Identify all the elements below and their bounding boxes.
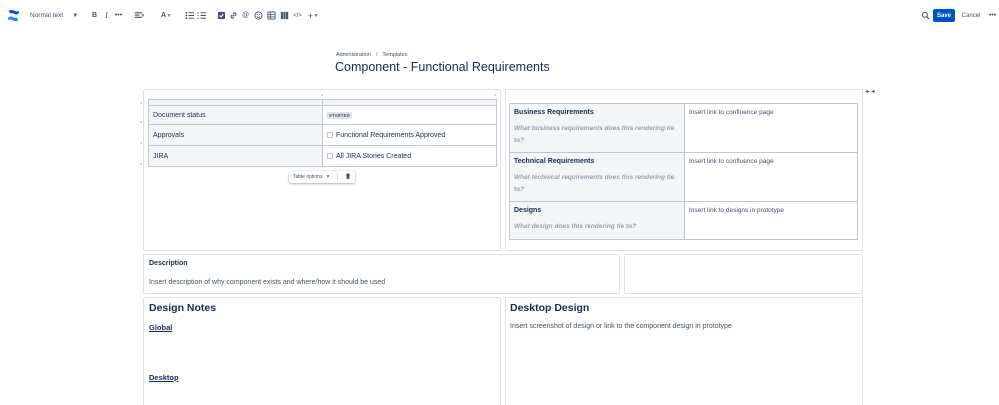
- technical-requirements-question: What technical requirements does this re…: [514, 174, 675, 193]
- table-row: Technical Requirements What technical re…: [509, 152, 858, 202]
- text-style-label: Normal text: [30, 12, 64, 19]
- column-handle-dot[interactable]: [321, 94, 323, 96]
- chevron-down-icon[interactable]: ▼: [325, 174, 330, 180]
- technical-requirements-cell[interactable]: Technical Requirements What technical re…: [509, 152, 685, 202]
- table-icon[interactable]: [266, 10, 277, 21]
- layout-column-empty[interactable]: [624, 254, 863, 294]
- emoji-icon[interactable]: [253, 10, 264, 21]
- bold-icon[interactable]: B: [89, 10, 100, 21]
- technical-requirements-link-cell[interactable]: Insert link to confluence page: [684, 152, 858, 202]
- table-row: Business Requirements What business requ…: [509, 103, 858, 153]
- table-row: JIRA All JIRA Stories Created: [148, 145, 497, 167]
- table-options-toolbar: Table options ▼: [289, 171, 356, 183]
- more-formatting-icon[interactable]: •••: [113, 10, 124, 21]
- jira-cell[interactable]: All JIRA Stories Created: [322, 145, 497, 167]
- design-notes-heading[interactable]: Design Notes: [149, 302, 216, 314]
- description-text[interactable]: Insert description of why component exis…: [149, 279, 385, 286]
- approval-checkbox[interactable]: [327, 132, 333, 138]
- document-status-cell[interactable]: STARTED: [322, 105, 497, 125]
- jira-checkbox[interactable]: [327, 153, 333, 159]
- designs-heading: Designs: [514, 207, 542, 214]
- collapse-width-icon[interactable]: [865, 82, 876, 94]
- desktop-subheading[interactable]: Desktop: [149, 373, 179, 382]
- code-icon[interactable]: </>: [292, 10, 303, 21]
- chevron-down-icon[interactable]: ▼: [166, 10, 172, 21]
- breadcrumb-item-templates[interactable]: Templates: [382, 52, 407, 58]
- approval-checkbox-label: Functional Requirements Approved: [336, 131, 446, 139]
- chevron-down-icon[interactable]: ▼: [140, 10, 146, 21]
- table-row: Approvals Functional Requirements Approv…: [148, 124, 497, 146]
- business-requirements-link[interactable]: Insert link to confluence page: [689, 109, 853, 116]
- bullet-list-icon[interactable]: [184, 10, 195, 21]
- business-requirements-heading: Business Requirements: [514, 109, 594, 116]
- designs-cell[interactable]: Designs What design does this rendering …: [509, 201, 685, 240]
- row-handle-dot[interactable]: [140, 121, 142, 123]
- chevron-down-icon[interactable]: ▼: [313, 10, 319, 21]
- action-item-icon[interactable]: [216, 10, 227, 21]
- status-table[interactable]: Document status STARTED Approvals Functi…: [148, 99, 497, 167]
- breadcrumb-separator: /: [375, 52, 378, 58]
- table-row: Document status STARTED: [148, 105, 497, 125]
- layout-icon[interactable]: [279, 10, 290, 21]
- row-handle-dot[interactable]: [140, 102, 142, 104]
- approvals-label[interactable]: Approvals: [148, 124, 323, 146]
- business-requirements-cell[interactable]: Business Requirements What business requ…: [509, 103, 685, 153]
- link-icon[interactable]: [228, 10, 239, 21]
- column-handle-dot[interactable]: [494, 94, 496, 96]
- desktop-design-heading[interactable]: Desktop Design: [510, 302, 589, 314]
- desktop-design-text[interactable]: Insert screenshot of design or link to t…: [510, 323, 732, 330]
- toolbar-divider: [337, 173, 339, 181]
- jira-checkbox-label: All JIRA Stories Created: [336, 152, 412, 160]
- editor-toolbar: Normal text ▼ B I ••• ▼ A ▼ @ </> + ▼ Sa…: [0, 0, 999, 31]
- technical-requirements-heading: Technical Requirements: [514, 158, 595, 165]
- technical-requirements-link[interactable]: Insert link to confluence page: [689, 158, 853, 165]
- breadcrumb-item-administration[interactable]: Administration: [336, 52, 371, 58]
- numbered-list-icon[interactable]: [196, 10, 207, 21]
- row-handle-dot[interactable]: [140, 163, 142, 165]
- more-options-icon[interactable]: •••: [987, 10, 998, 21]
- status-lozenge[interactable]: STARTED: [327, 111, 352, 119]
- requirements-table[interactable]: Business Requirements What business requ…: [509, 103, 858, 240]
- breadcrumb: Administration / Templates: [336, 52, 407, 58]
- delete-table-icon[interactable]: [345, 173, 351, 181]
- global-subheading[interactable]: Global: [149, 323, 172, 332]
- save-button[interactable]: Save: [933, 9, 955, 22]
- document-status-label[interactable]: Document status: [148, 105, 323, 125]
- business-requirements-question: What business requirements does this ren…: [514, 125, 675, 144]
- table-row: Designs What design does this rendering …: [509, 201, 858, 240]
- jira-label[interactable]: JIRA: [148, 145, 323, 167]
- italic-icon[interactable]: I: [101, 10, 112, 21]
- chevron-down-icon: ▼: [72, 12, 79, 19]
- business-requirements-link-cell[interactable]: Insert link to confluence page: [684, 103, 858, 153]
- confluence-logo-icon[interactable]: [7, 9, 20, 22]
- designs-link-cell[interactable]: Insert link to designs in prototype: [684, 201, 858, 240]
- table-options-button[interactable]: Table options: [293, 174, 322, 180]
- mention-icon[interactable]: @: [240, 10, 251, 21]
- designs-link[interactable]: Insert link to designs in prototype: [689, 207, 853, 214]
- description-heading[interactable]: Description: [149, 260, 188, 267]
- cancel-button[interactable]: Cancel: [960, 9, 982, 22]
- text-style-dropdown[interactable]: Normal text ▼: [30, 8, 78, 23]
- designs-question: What design does this rendering tie to?: [514, 223, 637, 230]
- layout-column-description[interactable]: [143, 254, 620, 294]
- row-handle-dot[interactable]: [140, 142, 142, 144]
- approvals-cell[interactable]: Functional Requirements Approved: [322, 124, 497, 146]
- search-icon[interactable]: [920, 10, 931, 21]
- page-title[interactable]: Component - Functional Requirements: [335, 60, 550, 74]
